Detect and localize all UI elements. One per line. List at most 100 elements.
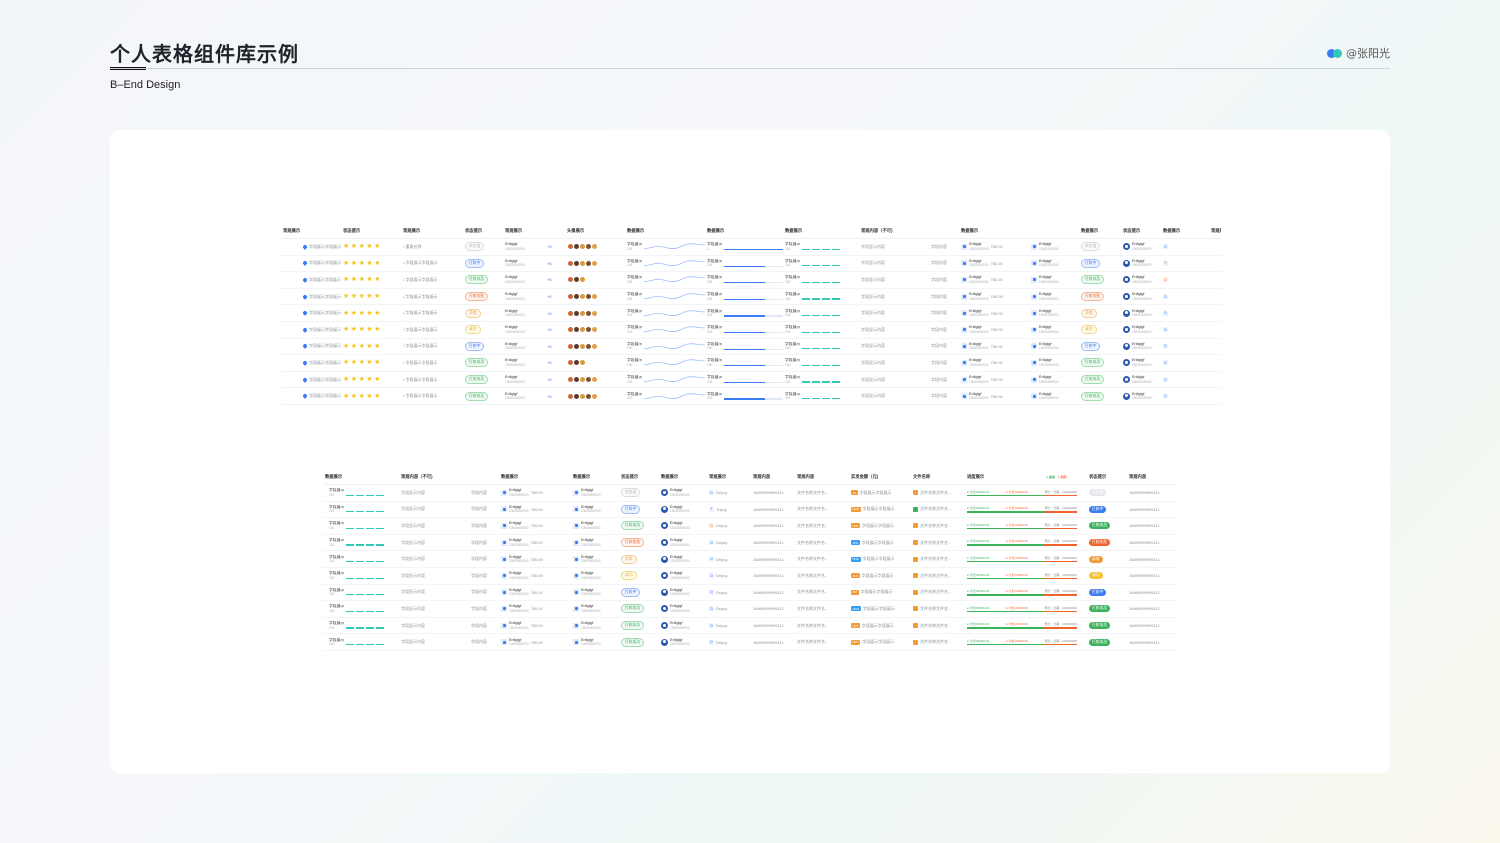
content-cell: 字段显示内容 <box>859 360 929 366</box>
table-row[interactable]: 字段展示字段展示 ★ ★ ★ ★ ★ • 字段展示字段展示 打款成功 Enllgigf 13000… <box>281 372 1221 389</box>
file-name[interactable]: 文件名称文件名... <box>920 606 951 612</box>
table-row[interactable]: 字段展示字段展示 ★ ★ ★ ★ ★ • 字段展示字段展示 打款中 Enllgigf 130000… <box>281 339 1221 356</box>
more-count[interactable]: +6 <box>547 327 552 332</box>
more-count[interactable]: +6 <box>547 344 552 349</box>
star-icon: ★ <box>350 392 357 400</box>
mini-segment <box>812 331 821 333</box>
product2-pair: Enllgigf 13000000000 <box>1039 375 1059 384</box>
header-cell: 文件名称 <box>913 474 931 479</box>
mini-cell: 字段展示 100 <box>783 358 859 367</box>
mini-segment <box>832 298 841 300</box>
table-row[interactable]: 字段展示字段展示 ★ ★ ★ ★ ★ • 字段展示字段展示 打款成功 Enllgigf 13000… <box>281 272 1221 289</box>
more-count[interactable]: +6 <box>547 277 552 282</box>
file-name[interactable]: 文件名称文件名... <box>920 506 951 512</box>
letter-avatar-icon: D <box>709 639 714 645</box>
more-count[interactable]: +6 <box>547 360 552 365</box>
file-name[interactable]: 文件名称文件名... <box>920 556 951 562</box>
product-icon <box>1031 276 1037 283</box>
more-count[interactable]: +6 <box>547 377 552 382</box>
more-count[interactable]: +6 <box>547 294 552 299</box>
avatar-group <box>567 376 598 384</box>
progress-note: 预计 · 日期 · 100000000 <box>1044 506 1077 511</box>
table-row[interactable]: 字段展示 100 字段显示内容 字段内容 Enllgigf 13000000000 780.… <box>323 502 1176 519</box>
author-name: @张阳光 <box>1346 47 1390 60</box>
file-name[interactable]: 文件名称文件名... <box>920 523 951 529</box>
table-row[interactable]: 字段展示字段展示 ★ ★ ★ ★ ★ • 字段展示字段展示 打款成功 Enllgigf 13000… <box>281 355 1221 372</box>
header-cell: 状态提示 <box>621 474 639 479</box>
table-row[interactable]: 字段展示 100 字段显示内容 字段内容 Enllgigf 13000000000 780.… <box>323 568 1176 585</box>
location-pin-icon <box>302 343 308 350</box>
table-row[interactable]: 字段展示 100 字段显示内容 字段内容 Enllgigf 13000000000 780.… <box>323 518 1176 535</box>
user-cell: Enllgigf 13000000000 <box>1121 259 1161 268</box>
label-text: • 字段展示字段展示 <box>403 260 438 266</box>
product-icon <box>501 489 507 496</box>
table-row[interactable]: 字段展示字段展示 ★ ★ ★ ★ ★ • 字段展示字段展示 异常 Enllgigf 1300000… <box>281 305 1221 322</box>
mini-label-sub: 100 <box>785 313 791 318</box>
mini-label-sub: 100 <box>329 542 335 547</box>
product2-cell: Enllgigf 13000000000 <box>571 521 619 530</box>
product-cell: Enllgigf 13000000000 780.00 <box>499 604 571 613</box>
more-count[interactable]: +6 <box>547 244 552 249</box>
table-row[interactable]: 字段展示字段展示 ★ ★ ★ ★ ★ • 字段展示字段展示 成功 Enllgigf 1300000… <box>281 322 1221 339</box>
mini-label-sub: 100 <box>785 346 791 351</box>
mini-cell: 字段展示 100 <box>323 521 399 530</box>
table-row[interactable]: 字段展示 100 字段显示内容 字段内容 Enllgigf 13000000000 780.… <box>323 601 1176 618</box>
table-row[interactable]: 字段展示 100 字段显示内容 字段内容 Enllgigf 13000000000 780.… <box>323 535 1176 552</box>
user-circle-icon <box>1123 392 1130 400</box>
name-cell: Enllgigf 13000000000 <box>503 259 545 268</box>
more-cell: +6 <box>545 261 565 266</box>
name-pair: Enllgigf 13000000000 <box>505 309 525 318</box>
table-row[interactable]: 字段展示字段展示 ★ ★ ★ ★ ★ • 字段展示字段展示 打款成功 Enllgigf 13000… <box>281 388 1221 405</box>
location-pin-icon <box>302 326 308 333</box>
spark-label: 字段展示 100 <box>627 242 642 251</box>
letter-avatar-icon: D <box>709 606 714 612</box>
file-icon <box>913 506 918 512</box>
person-cell: D Drlyuy <box>707 589 751 595</box>
file-name[interactable]: 文件名称文件名... <box>920 639 951 645</box>
product2-pair: Enllgigf 13000000000 <box>1039 259 1059 268</box>
product-icon <box>573 506 579 513</box>
progress-note: 预计 · 日期 · 100000000 <box>1044 572 1077 577</box>
status-badge: 打款成功 <box>1089 522 1111 530</box>
file-name[interactable]: 文件名称文件名... <box>920 589 951 595</box>
table-row[interactable]: 字段展示 100 字段显示内容 字段内容 Enllgigf 13000000000 780.… <box>323 585 1176 602</box>
file-name[interactable]: 文件名称文件名... <box>920 573 951 579</box>
product-icon <box>1031 243 1037 250</box>
person-name: Drlyuy <box>716 606 728 612</box>
more-count[interactable]: +6 <box>547 261 552 266</box>
file-text-cell: 文件名称文件名... <box>795 573 849 579</box>
file-name[interactable]: 文件名称文件名... <box>920 623 951 629</box>
status-tag: 成功 <box>621 571 637 581</box>
table-row[interactable]: 字段展示 100 字段显示内容 字段内容 Enllgigf 13000000000 780.… <box>323 551 1176 568</box>
file-name[interactable]: 文件名称文件名... <box>920 490 951 496</box>
content-text: 字段显示内容 <box>861 393 885 399</box>
star-icon: ★ <box>374 293 380 301</box>
more-count[interactable]: +6 <box>547 311 552 316</box>
table-row[interactable]: 字段展示字段展示 ★ ★ ★ ★ ★ • 字段展示字段展示 打款中 Enllgigf 130000… <box>281 256 1221 273</box>
table-row[interactable]: 字段展示 100 字段显示内容 字段内容 Enllgigf 13000000000 780.… <box>323 485 1176 502</box>
more-cell: +6 <box>545 277 565 282</box>
file-text: 文件名称文件名... <box>797 572 829 578</box>
table-row[interactable]: 字段展示字段展示 ★ ★ ★ ★ ★ • 重要名称 状态值 Enllgigf 1300000000… <box>281 239 1221 256</box>
file-name[interactable]: 文件名称文件名... <box>920 540 951 546</box>
bar-label-sub: 100 <box>707 263 713 268</box>
last-cell: 16899999999111 <box>1127 623 1176 628</box>
person-cell: D Drlyuy <box>707 639 751 645</box>
status-tag: 打款成功 <box>621 521 645 531</box>
table-row[interactable]: 字段展示 100 字段显示内容 字段内容 Enllgigf 13000000000 780.… <box>323 618 1176 635</box>
user-cell: Enllgigf 13000000000 <box>1121 342 1161 351</box>
table-row[interactable]: 字段展示 100 字段显示内容 字段内容 Enllgigf 13000000000 780.… <box>323 634 1176 651</box>
status-tag: 打款成功 <box>1081 275 1105 285</box>
product-icon <box>1031 310 1037 317</box>
content-cell: 字段显示内容 <box>859 294 929 300</box>
field2-cell: 字段内容 <box>469 639 499 645</box>
header-cell: 数据展示 <box>573 474 591 479</box>
legend-planned: ● 提成 <box>1046 475 1055 479</box>
mini-segment <box>802 381 811 383</box>
file-text-cell: 文件名称文件名... <box>795 506 849 512</box>
more-count[interactable]: +6 <box>547 394 552 399</box>
mini-segment <box>832 248 841 250</box>
table-row[interactable]: 字段展示字段展示 ★ ★ ★ ★ ★ • 字段展示字段展示 打款失败 Enllgigf 13000… <box>281 289 1221 306</box>
status-tag: 打款中 <box>465 341 485 351</box>
star-icon: ★ <box>350 359 357 367</box>
